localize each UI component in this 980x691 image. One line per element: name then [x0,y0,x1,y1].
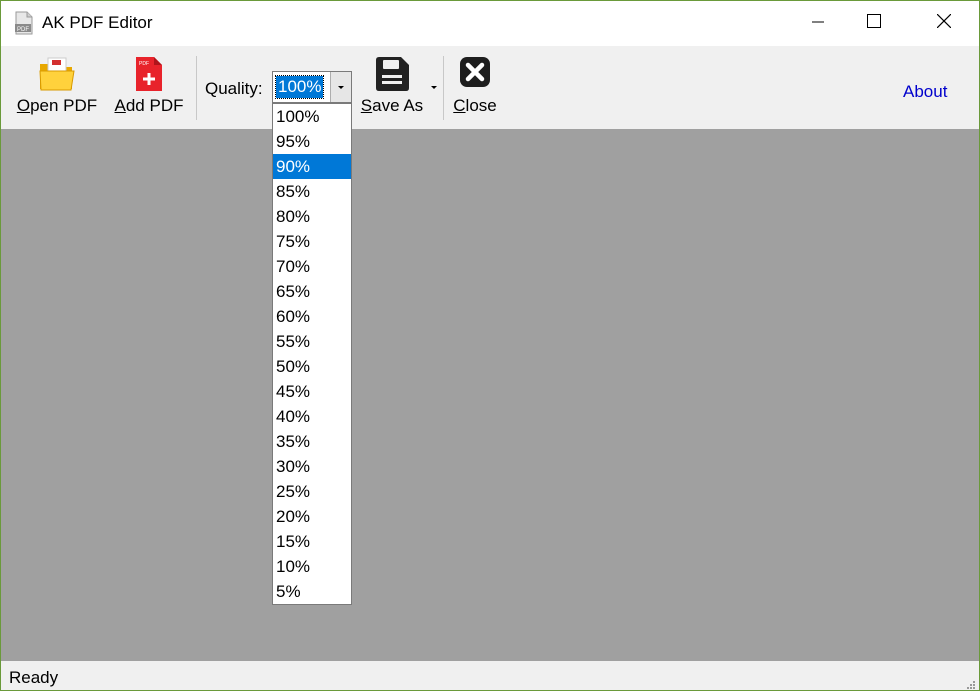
quality-option[interactable]: 65% [273,279,351,304]
quality-option[interactable]: 10% [273,554,351,579]
toolbar: Open PDF PDF Add PDF Quality: 100% Save … [1,46,979,129]
quality-option[interactable]: 45% [273,379,351,404]
quality-option[interactable]: 95% [273,129,351,154]
add-pdf-icon: PDF [135,56,163,97]
quality-option[interactable]: 20% [273,504,351,529]
close-x-icon [459,56,491,93]
window-title: AK PDF Editor [42,13,153,32]
svg-text:PDF: PDF [17,27,29,33]
pdf-file-icon: PDF [13,11,35,35]
quality-option[interactable]: 35% [273,429,351,454]
add-pdf-button[interactable]: PDF Add PDF [109,46,189,129]
toolbar-separator [443,56,444,120]
quality-value: 100% [274,75,325,99]
add-pdf-label: Add PDF [114,96,184,115]
quality-option[interactable]: 30% [273,454,351,479]
save-as-button[interactable]: Save As [357,46,427,129]
close-window-button[interactable] [921,1,967,46]
open-pdf-button[interactable]: Open PDF [13,46,101,129]
quality-combobox[interactable]: 100% [272,71,352,103]
resize-grip-icon[interactable] [966,677,976,689]
minimize-icon [812,15,824,33]
open-pdf-label: Open PDF [16,96,98,115]
status-bar: Ready [1,661,979,690]
app-window: PDF AK PDF Editor Open PDF PDF Add PDF Q… [0,0,980,691]
quality-option[interactable]: 90% [273,154,351,179]
quality-option[interactable]: 85% [273,179,351,204]
status-text: Ready [9,668,59,687]
maximize-icon [867,14,881,33]
quality-option[interactable]: 55% [273,329,351,354]
chevron-down-icon[interactable] [330,72,351,102]
floppy-disk-icon [374,56,410,97]
quality-option[interactable]: 75% [273,229,351,254]
toolbar-separator [196,56,197,120]
quality-dropdown-list[interactable]: 100% 95% 90% 85% 80% 75% 70% 65% 60% 55% 50% 45% 40%… [272,103,352,605]
quality-option[interactable]: 100% [273,104,351,129]
quality-option[interactable]: 60% [273,304,351,329]
title-bar[interactable]: PDF AK PDF Editor [1,1,979,46]
quality-option[interactable]: 5% [273,579,351,604]
quality-option[interactable]: 50% [273,354,351,379]
quality-option[interactable]: 70% [273,254,351,279]
folder-pdf-icon [38,56,76,97]
quality-option[interactable]: 80% [273,204,351,229]
save-as-dropdown-arrow[interactable] [430,85,438,93]
quality-option[interactable]: 25% [273,479,351,504]
maximize-button[interactable] [851,1,897,46]
quality-option[interactable]: 15% [273,529,351,554]
close-label: Close [453,96,497,115]
quality-label: Quality: [205,79,263,98]
quality-option[interactable]: 40% [273,404,351,429]
close-icon [936,13,952,33]
about-link[interactable]: About [903,82,947,102]
minimize-button[interactable] [795,1,841,46]
svg-text:PDF: PDF [139,61,149,67]
save-as-label: Save As [360,96,424,115]
close-document-button[interactable]: Close [449,46,501,129]
